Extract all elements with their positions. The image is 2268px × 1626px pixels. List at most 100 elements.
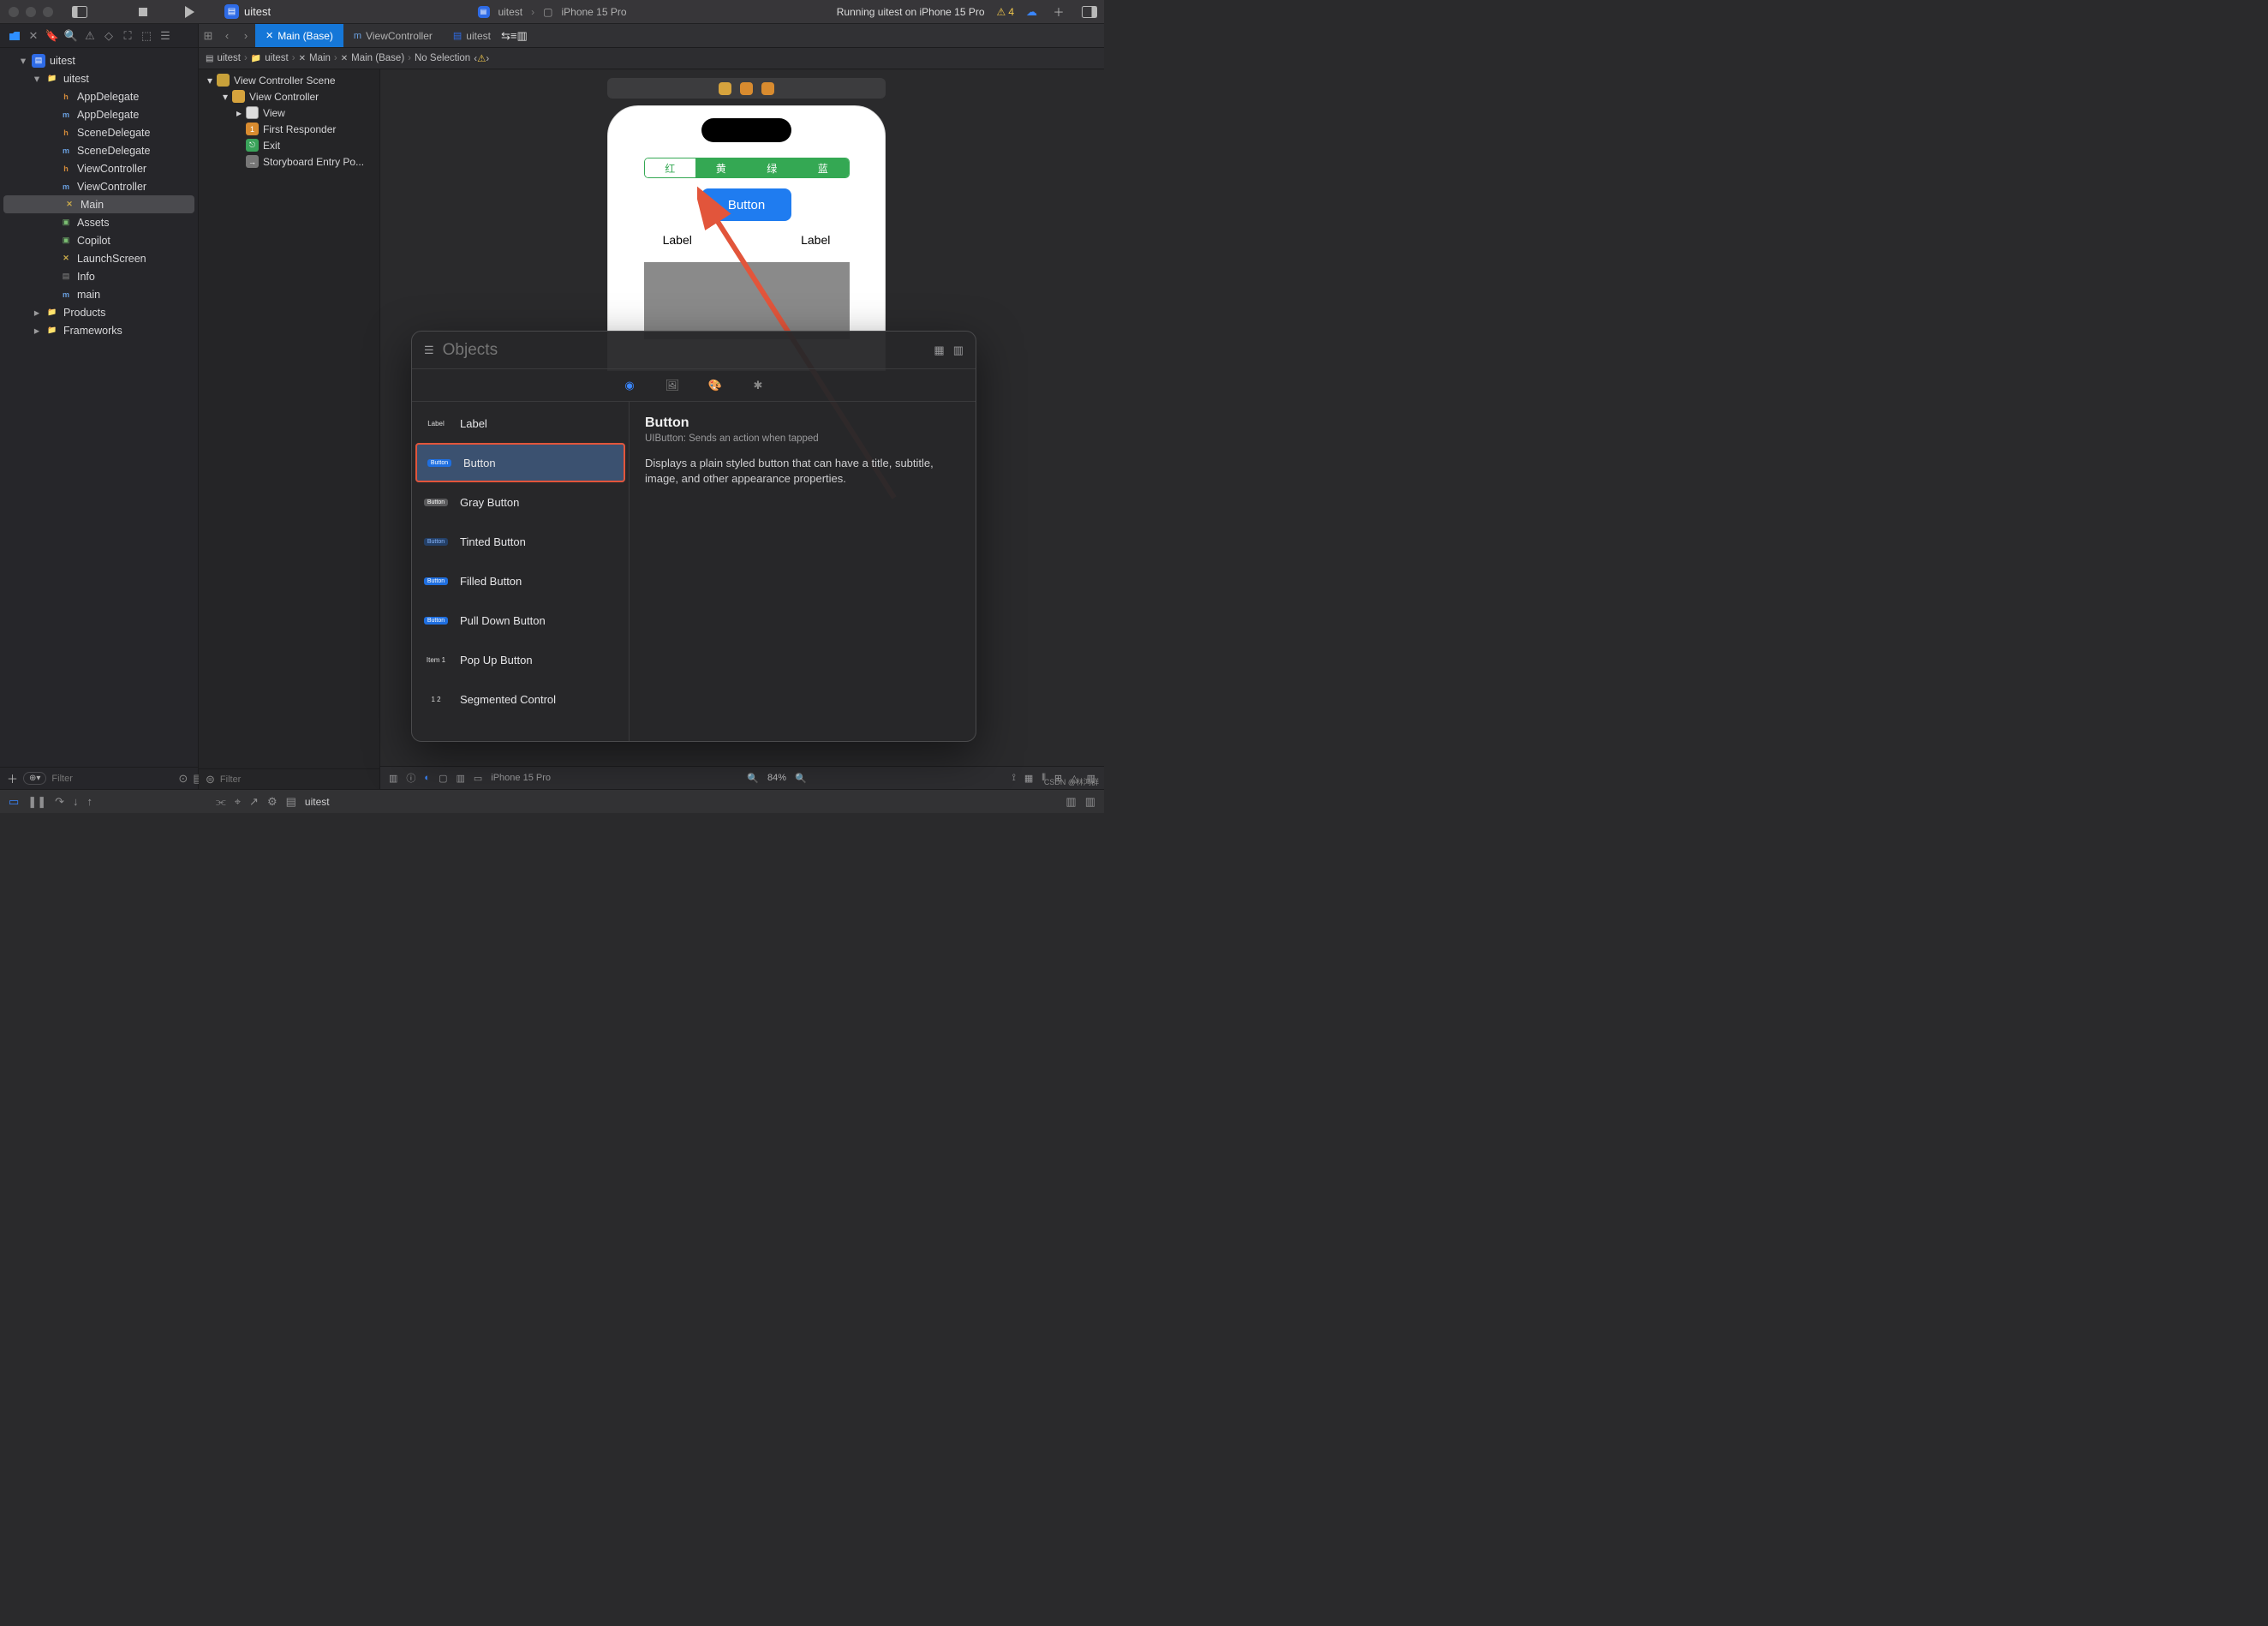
toggle-outline-icon[interactable]: ▥ [389, 773, 397, 784]
media-category-icon[interactable]: 🖼 [663, 376, 682, 395]
zoom-in-icon[interactable]: 🔍 [795, 773, 807, 784]
tree-file[interactable]: ▸▣Copilot [0, 231, 198, 249]
issues-tab[interactable]: ⚠ [82, 28, 98, 44]
library-item[interactable]: ButtonButton [415, 443, 625, 482]
editor-options-icon[interactable]: ▥ [516, 29, 527, 43]
jump-crumb[interactable]: No Selection [415, 53, 470, 63]
step-into-icon[interactable]: ↓ [73, 795, 79, 808]
recent-filter-icon[interactable]: ⊙ [178, 772, 188, 786]
debug-view-hierarchy-icon[interactable]: ⫘ [216, 795, 226, 809]
scheme-device-selector[interactable]: ▤ uitest › ▢ iPhone 15 Pro [477, 6, 626, 18]
filter-scope-pill[interactable]: ⊕▾ [23, 772, 46, 785]
environment-overrides-icon[interactable]: ⚙ [267, 795, 278, 809]
zoom-level[interactable]: 84% [767, 773, 786, 783]
editor-swap-icon[interactable]: ⇆ [501, 29, 510, 43]
library-item[interactable]: 1 2Segmented Control [412, 679, 629, 719]
project-name[interactable]: uitest [244, 5, 271, 18]
source-control-tab[interactable]: ✕ [26, 28, 41, 44]
outline-filter-input[interactable] [220, 774, 373, 785]
library-item[interactable]: ButtonFilled Button [412, 561, 629, 601]
jump-crumb[interactable]: ▤uitest [206, 53, 241, 63]
navigator-filter-input[interactable] [51, 774, 173, 784]
tree-folder[interactable]: ▾📁uitest [0, 69, 198, 87]
related-items-icon[interactable]: ⊞ [199, 24, 218, 47]
outline-view[interactable]: ▸ View [199, 105, 379, 121]
library-item[interactable]: LabelLabel [412, 404, 629, 443]
outline-tree[interactable]: ▾ View Controller Scene ▾ View Controlle… [199, 69, 379, 768]
tree-file[interactable]: ▸▣Assets [0, 213, 198, 231]
library-detail-view-icon[interactable]: ▥ [953, 344, 964, 357]
outline-entry-point[interactable]: ▸→ Storyboard Entry Po... [199, 153, 379, 170]
forward-button[interactable]: › [236, 24, 255, 47]
appearance-icon[interactable]: ◐ [424, 773, 430, 783]
segment-1[interactable]: 黄 [695, 158, 747, 177]
tab-viewcontroller[interactable]: m ViewController [343, 24, 443, 47]
cloud-status-icon[interactable]: ☁ [1026, 5, 1037, 19]
tree-file[interactable]: ▸mAppDelegate [0, 105, 198, 123]
jump-crumb[interactable]: 📁uitest [251, 53, 289, 63]
library-menu-icon[interactable]: ☰ [424, 344, 434, 357]
debug-tab[interactable]: ⛶ [120, 28, 135, 44]
vc-dock-icon[interactable] [719, 82, 731, 95]
preview-label-1[interactable]: Label [663, 233, 692, 247]
window-traffic-lights[interactable] [9, 7, 53, 17]
snippets-category-icon[interactable]: ✱ [749, 376, 767, 395]
debug-memory-icon[interactable]: ⌖ [235, 795, 241, 809]
segment-0[interactable]: 红 [645, 158, 696, 177]
next-issue-icon[interactable]: › [486, 54, 489, 64]
tab-main-base[interactable]: ✕ Main (Base) [255, 24, 343, 47]
doc-info-icon[interactable]: ⓘ [406, 771, 415, 785]
segment-2[interactable]: 绿 [747, 158, 798, 177]
zoom-out-icon[interactable]: 🔍 [747, 773, 759, 784]
back-button[interactable]: ‹ [218, 24, 236, 47]
tree-folder[interactable]: ▸📁Frameworks [0, 321, 198, 339]
library-list[interactable]: LabelLabelButtonButtonButtonGray ButtonB… [412, 402, 630, 741]
jump-bar[interactable]: ▤uitest›📁uitest›✕Main›✕Main (Base)›No Se… [199, 48, 1104, 69]
library-item[interactable]: ButtonPull Down Button [412, 601, 629, 640]
embed-in-icon[interactable]: ▦ [1024, 773, 1033, 784]
bookmarks-tab[interactable]: 🔖 [45, 28, 60, 44]
tree-file[interactable]: ▸✕Main [3, 195, 194, 213]
toggle-debug-area-icon[interactable]: ▭ [9, 795, 19, 809]
toggle-left-panel-icon[interactable] [70, 3, 89, 21]
tests-tab[interactable]: ◇ [101, 28, 116, 44]
layout-icon[interactable]: ▥ [456, 773, 464, 784]
tree-root[interactable]: ▾▤uitest [0, 51, 198, 69]
reports-tab[interactable]: ☰ [158, 28, 173, 44]
stop-button[interactable] [134, 3, 152, 21]
project-tree[interactable]: ▾▤uitest▾📁uitest▸hAppDelegate▸mAppDelega… [0, 48, 198, 767]
tree-file[interactable]: ▸mmain [0, 285, 198, 303]
outline-exit[interactable]: ▸⎋ Exit [199, 137, 379, 153]
zoom-window-icon[interactable] [43, 7, 53, 17]
debug-process-name[interactable]: uitest [305, 796, 330, 808]
preview-imageview[interactable] [644, 262, 850, 339]
segment-3[interactable]: 蓝 [797, 158, 849, 177]
orientation-icon[interactable]: ▢ [439, 773, 447, 784]
variables-view-icon[interactable]: ▥ [1065, 795, 1076, 809]
editor-list-icon[interactable]: ≡ [510, 29, 517, 42]
tree-file[interactable]: ▸hAppDelegate [0, 87, 198, 105]
add-file-button[interactable]: ＋ [7, 770, 18, 786]
device-label[interactable]: iPhone 15 Pro [491, 773, 551, 783]
tree-file[interactable]: ▸✕LaunchScreen [0, 249, 198, 267]
library-grid-view-icon[interactable]: ▦ [934, 344, 944, 357]
library-search-input[interactable] [443, 341, 926, 360]
jump-crumb[interactable]: ✕Main [299, 53, 331, 63]
tree-file[interactable]: ▸▤Info [0, 267, 198, 285]
add-tab-button[interactable]: ＋ [1049, 3, 1068, 21]
pause-icon[interactable]: ❚❚ [27, 795, 46, 809]
outline-view-controller[interactable]: ▾ View Controller [199, 88, 379, 105]
close-window-icon[interactable] [9, 7, 19, 17]
toggle-right-panel-icon[interactable] [1080, 3, 1099, 21]
minimize-window-icon[interactable] [26, 7, 36, 17]
canvas-tool-1[interactable]: ⟟ [1012, 773, 1016, 784]
exit-dock-icon[interactable] [761, 82, 774, 95]
preview-button[interactable]: Button [701, 188, 791, 221]
simulate-location-icon[interactable]: ↗ [249, 795, 259, 809]
breakpoints-tab[interactable]: ⬚ [139, 28, 154, 44]
project-navigator-tab[interactable] [7, 28, 22, 44]
scene-dock[interactable] [607, 78, 886, 99]
library-item[interactable]: ButtonTinted Button [412, 522, 629, 561]
tree-folder[interactable]: ▸📁Products [0, 303, 198, 321]
debug-process-icon[interactable]: ▤ [286, 795, 296, 809]
